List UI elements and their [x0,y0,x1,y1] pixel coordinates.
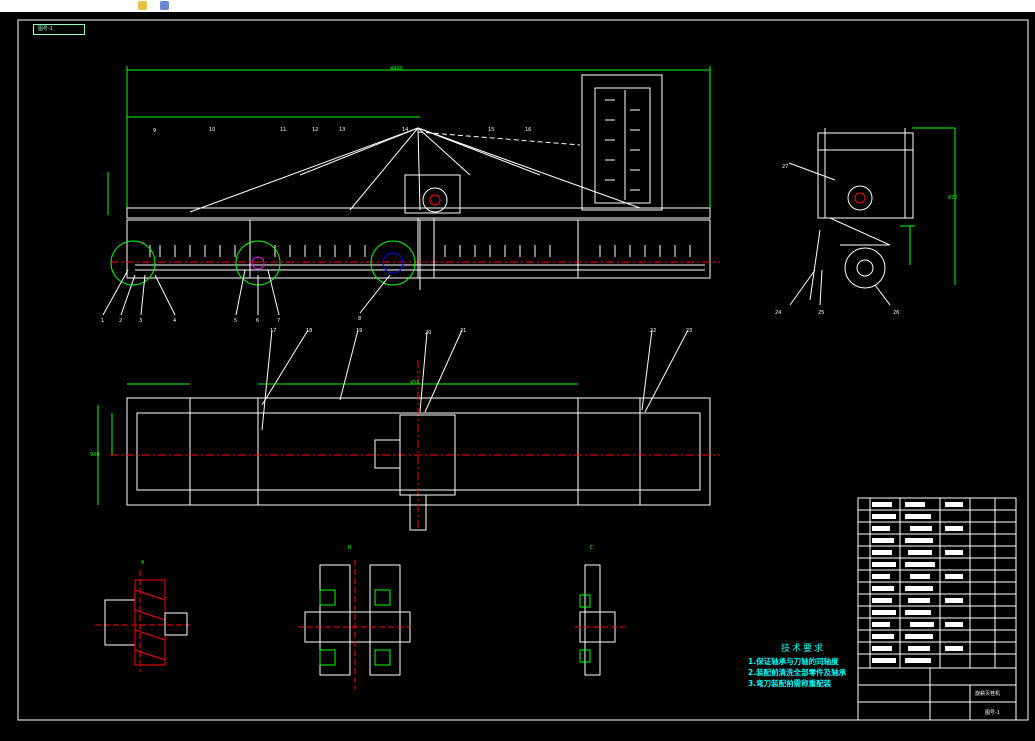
balloon-front-14: 14 [402,127,409,133]
detail-view-c [575,564,625,676]
side-view [788,127,956,306]
balloon-front-7: 7 [277,318,281,324]
balloon-front-13: 13 [339,127,346,133]
balloon-front-8: 8 [358,316,362,322]
tech-line-1: 1.保证轴承与刀轴的同轴度 [748,657,839,666]
balloon-front-5: 5 [234,318,238,324]
detail-view-b [298,560,411,690]
balloon-plan-18: 18 [306,328,313,334]
balloon-plan-19: 19 [356,328,363,334]
dim-segment: 450 [410,380,420,386]
balloon-front-9: 9 [153,128,157,134]
plan-view [97,329,720,531]
balloon-front-16: 16 [525,127,532,133]
balloon-plan-23: 23 [686,328,693,334]
front-view [102,66,720,316]
balloon-front-6: 6 [256,318,260,324]
view-a-label: A [141,560,145,566]
balloon-plan-17: 17 [270,328,277,334]
cad-drawing [17,19,1029,721]
balloon-front-15: 15 [488,127,495,133]
balloon-front-3: 3 [139,318,143,324]
balloon-front-10: 10 [209,127,216,133]
balloon-side-24: 24 [775,310,782,316]
drawing-name: 旋耕灭茬机 [975,691,1001,697]
balloon-front-1: 1 [101,318,105,324]
tech-line-2: 2.装配前清洗全部零件及轴承 [748,668,847,677]
balloon-front-11: 11 [280,127,287,133]
detail-view-a [95,570,190,672]
balloon-front-4: 4 [173,318,177,324]
balloon-front-12: 12 [312,127,319,133]
view-b-label: B [348,545,352,551]
balloon-plan-20: 20 [425,330,432,336]
balloon-side-27: 27 [782,164,789,170]
balloon-side-26: 26 [893,310,900,316]
title-block [857,497,1017,721]
view-c-label: C [590,545,594,551]
technical-requirements: 技术要求 1.保证轴承与刀轴的同轴度 2.装配前清洗全部零件及轴承 3.弯刀装配… [748,641,858,689]
drawing-code: 图号-1 [985,710,1000,716]
dim-total: 4400 [390,66,403,72]
tech-line-3: 3.弯刀装配前需称重配装 [748,679,832,688]
dim-width: 960 [90,452,100,458]
tech-title: 技术要求 [780,644,825,654]
balloon-side-25: 25 [818,310,825,316]
balloon-plan-21: 21 [460,328,467,334]
balloon-plan-22: 22 [650,328,657,334]
dim-height: 870 [948,195,958,201]
balloon-front-2: 2 [119,318,123,324]
